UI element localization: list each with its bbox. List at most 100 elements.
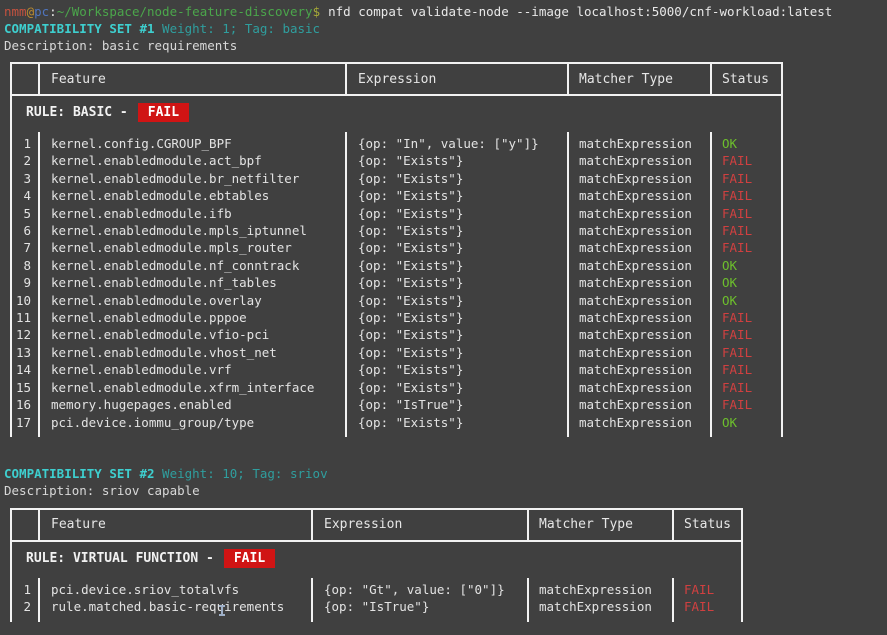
table-row: 16memory.hugepages.enabled{op: "IsTrue"}… bbox=[11, 396, 782, 413]
feature-cell: kernel.enabledmodule.pppoe bbox=[39, 309, 346, 326]
expression-cell: {op: "In", value: ["y"]} bbox=[346, 132, 568, 152]
row-number: 11 bbox=[11, 309, 39, 326]
expression-cell: {op: "IsTrue"} bbox=[346, 396, 568, 413]
table-row: 1pci.device.sriov_totalvfs{op: "Gt", val… bbox=[11, 578, 742, 598]
status-cell: OK bbox=[711, 257, 782, 274]
matcher-type-cell: matchExpression bbox=[568, 205, 711, 222]
rule-status-badge: FAIL bbox=[224, 549, 275, 568]
column-header-status: Status bbox=[711, 63, 782, 95]
prompt-user: nmm bbox=[4, 4, 27, 19]
status-cell: OK bbox=[711, 274, 782, 291]
expression-cell: {op: "Gt", value: ["0"]} bbox=[312, 578, 528, 598]
expression-cell: {op: "Exists"} bbox=[346, 222, 568, 239]
expression-cell: {op: "Exists"} bbox=[346, 187, 568, 204]
expression-cell: {op: "Exists"} bbox=[346, 205, 568, 222]
status-cell: FAIL bbox=[711, 361, 782, 378]
rule-header-cell: RULE: BASIC - FAIL bbox=[11, 95, 782, 132]
row-number: 15 bbox=[11, 379, 39, 396]
column-header-matcher-type: Matcher Type bbox=[568, 63, 711, 95]
feature-cell: pci.device.sriov_totalvfs bbox=[39, 578, 312, 598]
matcher-type-cell: matchExpression bbox=[568, 292, 711, 309]
status-cell: FAIL bbox=[711, 379, 782, 396]
prompt-at-symbol: @ bbox=[27, 4, 35, 19]
matcher-type-cell: matchExpression bbox=[568, 239, 711, 256]
matcher-type-cell: matchExpression bbox=[568, 309, 711, 326]
prompt-path: ~/Workspace/node-feature-discovery bbox=[57, 4, 313, 19]
column-header-matcher-type: Matcher Type bbox=[528, 509, 673, 541]
feature-cell: kernel.enabledmodule.vfio-pci bbox=[39, 326, 346, 343]
table-row: 7kernel.enabledmodule.mpls_router{op: "E… bbox=[11, 239, 782, 256]
column-header-feature: Feature bbox=[39, 509, 312, 541]
expression-cell: {op: "Exists"} bbox=[346, 309, 568, 326]
matcher-type-cell: matchExpression bbox=[568, 132, 711, 152]
column-header-expression: Expression bbox=[346, 63, 568, 95]
matcher-type-cell: matchExpression bbox=[568, 379, 711, 396]
matcher-type-cell: matchExpression bbox=[568, 414, 711, 437]
expression-cell: {op: "Exists"} bbox=[346, 292, 568, 309]
status-cell: FAIL bbox=[711, 396, 782, 413]
set-1-description: Description: basic requirements bbox=[4, 37, 887, 54]
row-number: 4 bbox=[11, 187, 39, 204]
matcher-type-cell: matchExpression bbox=[528, 578, 673, 598]
status-cell: FAIL bbox=[673, 598, 742, 621]
expression-cell: {op: "Exists"} bbox=[346, 326, 568, 343]
row-number: 3 bbox=[11, 170, 39, 187]
status-cell: FAIL bbox=[673, 578, 742, 598]
status-cell: FAIL bbox=[711, 222, 782, 239]
terminal-screen[interactable]: nmm@pc:~/Workspace/node-feature-discover… bbox=[0, 0, 887, 622]
status-cell: FAIL bbox=[711, 326, 782, 343]
row-number: 2 bbox=[11, 598, 39, 621]
rule-table-basic: RULE: BASIC - FAIL Feature Expression Mat… bbox=[10, 62, 783, 437]
status-cell: FAIL bbox=[711, 309, 782, 326]
table-row: 12kernel.enabledmodule.vfio-pci{op: "Exi… bbox=[11, 326, 782, 343]
row-number: 7 bbox=[11, 239, 39, 256]
rule-header-row: RULE: VIRTUAL FUNCTION - FAIL bbox=[11, 541, 742, 578]
row-number: 14 bbox=[11, 361, 39, 378]
column-header-index bbox=[11, 63, 39, 95]
matcher-type-cell: matchExpression bbox=[568, 326, 711, 343]
feature-cell: kernel.enabledmodule.ifb bbox=[39, 205, 346, 222]
feature-cell: kernel.enabledmodule.nf_tables bbox=[39, 274, 346, 291]
set-1-meta: Weight: 1; Tag: basic bbox=[162, 21, 320, 36]
matcher-type-cell: matchExpression bbox=[568, 257, 711, 274]
feature-cell: kernel.enabledmodule.mpls_router bbox=[39, 239, 346, 256]
matcher-type-cell: matchExpression bbox=[568, 170, 711, 187]
matcher-type-cell: matchExpression bbox=[568, 361, 711, 378]
table-row: 14kernel.enabledmodule.vrf{op: "Exists"}… bbox=[11, 361, 782, 378]
compat-set-1-heading: COMPATIBILITY SET #1 Weight: 1; Tag: bas… bbox=[4, 20, 887, 37]
matcher-type-cell: matchExpression bbox=[568, 344, 711, 361]
feature-cell: kernel.enabledmodule.act_bpf bbox=[39, 152, 346, 169]
prompt-dollar-symbol: $ bbox=[313, 4, 321, 19]
rule-label: RULE: VIRTUAL FUNCTION - bbox=[26, 551, 214, 566]
row-number: 2 bbox=[11, 152, 39, 169]
table-row: 2rule.matched.basic-requirements{op: "Is… bbox=[11, 598, 742, 621]
status-cell: FAIL bbox=[711, 152, 782, 169]
row-number: 13 bbox=[11, 344, 39, 361]
feature-cell: kernel.enabledmodule.vhost_net bbox=[39, 344, 346, 361]
rule-label: RULE: BASIC - bbox=[26, 105, 128, 120]
feature-cell: pci.device.iommu_group/type bbox=[39, 414, 346, 437]
row-number: 8 bbox=[11, 257, 39, 274]
matcher-type-cell: matchExpression bbox=[568, 187, 711, 204]
table-row: 6kernel.enabledmodule.mpls_iptunnel{op: … bbox=[11, 222, 782, 239]
expression-cell: {op: "Exists"} bbox=[346, 361, 568, 378]
status-cell: FAIL bbox=[711, 344, 782, 361]
prompt-host: pc bbox=[34, 4, 49, 19]
feature-cell: kernel.enabledmodule.overlay bbox=[39, 292, 346, 309]
row-number: 6 bbox=[11, 222, 39, 239]
matcher-type-cell: matchExpression bbox=[568, 396, 711, 413]
status-cell: OK bbox=[711, 414, 782, 437]
expression-cell: {op: "Exists"} bbox=[346, 239, 568, 256]
table-row: 17pci.device.iommu_group/type{op: "Exist… bbox=[11, 414, 782, 437]
matcher-type-cell: matchExpression bbox=[528, 598, 673, 621]
feature-cell: memory.hugepages.enabled bbox=[39, 396, 346, 413]
status-cell: OK bbox=[711, 132, 782, 152]
row-number: 5 bbox=[11, 205, 39, 222]
rule-status-badge: FAIL bbox=[138, 103, 189, 122]
rule-header-cell: RULE: VIRTUAL FUNCTION - FAIL bbox=[11, 541, 742, 578]
table-row: 13kernel.enabledmodule.vhost_net{op: "Ex… bbox=[11, 344, 782, 361]
table-row: 8kernel.enabledmodule.nf_conntrack{op: "… bbox=[11, 257, 782, 274]
column-header-row: Feature Expression Matcher Type Status bbox=[11, 63, 782, 95]
status-cell: FAIL bbox=[711, 170, 782, 187]
feature-cell: kernel.enabledmodule.vrf bbox=[39, 361, 346, 378]
